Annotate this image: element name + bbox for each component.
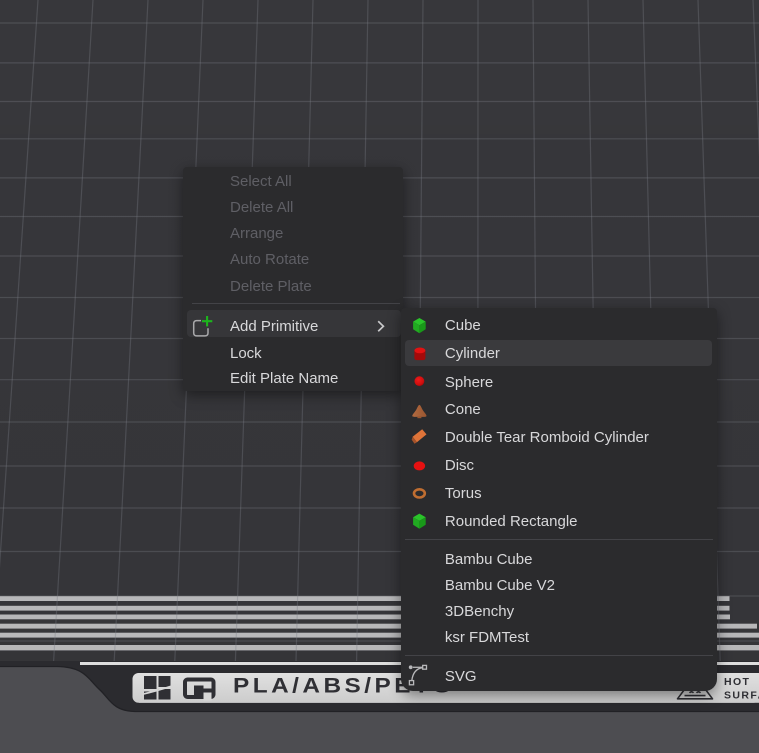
svg-text:SURFACE: SURFACE [724, 690, 759, 702]
svg-text:HOT: HOT [724, 676, 750, 688]
